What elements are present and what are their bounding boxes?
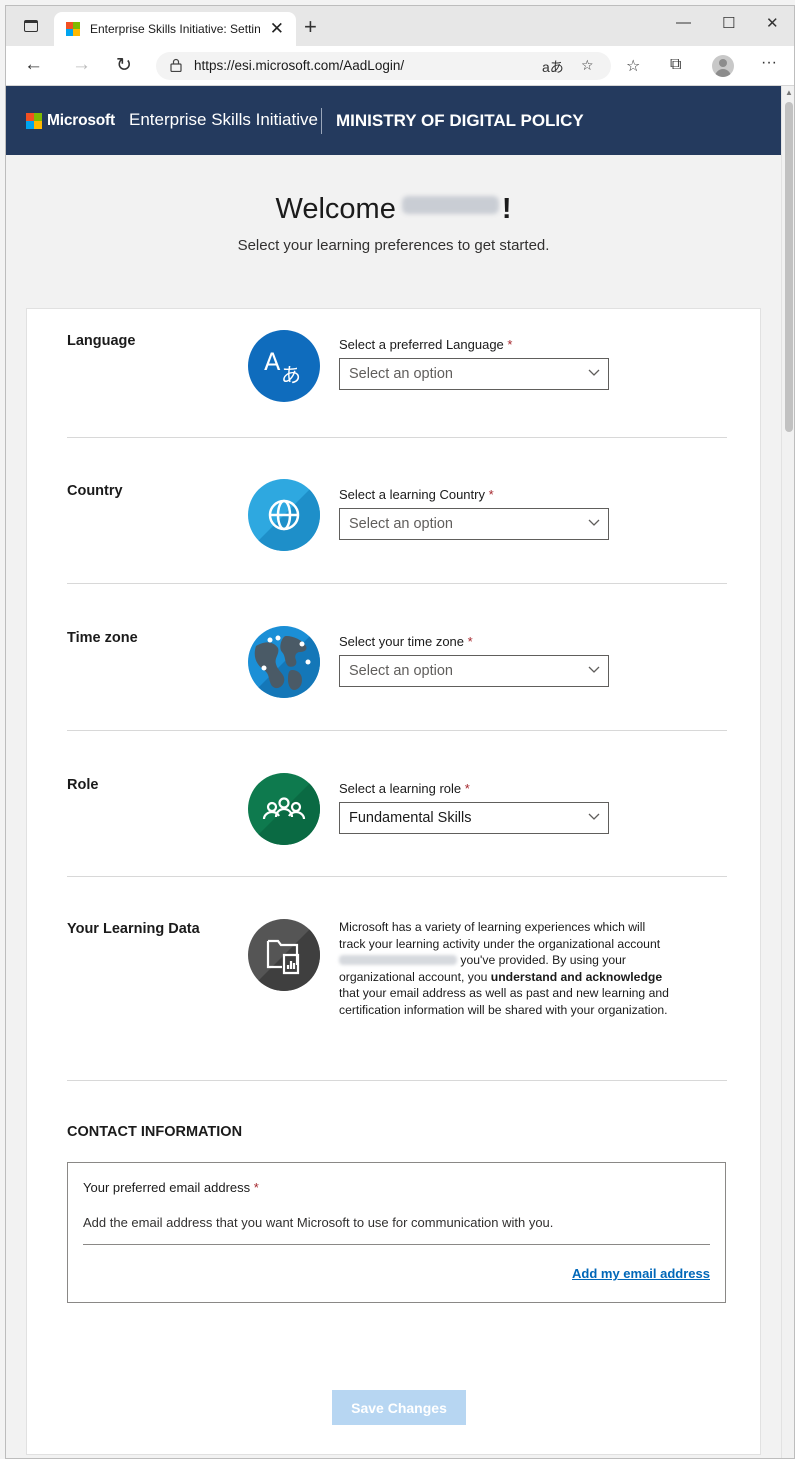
- svg-text:A: A: [264, 348, 281, 376]
- read-aloud-icon[interactable]: aあ: [542, 57, 564, 77]
- learning-data-section: Your Learning Data Microsoft has a varie…: [67, 919, 727, 1049]
- contact-heading: CONTACT INFORMATION: [67, 1124, 243, 1140]
- site-header: Microsoft Enterprise Skills Initiative M…: [6, 86, 781, 155]
- section-divider: [67, 876, 727, 877]
- address-bar[interactable]: https://esi.microsoft.com/AadLogin/ aあ ☆: [156, 52, 611, 80]
- microsoft-wordmark[interactable]: Microsoft: [47, 112, 115, 130]
- collections-icon[interactable]: ⧉: [670, 56, 681, 74]
- minimize-button[interactable]: —: [676, 14, 691, 31]
- welcome-exclaim: !: [501, 193, 512, 225]
- microsoft-logo-icon[interactable]: [26, 113, 42, 129]
- lock-icon[interactable]: [170, 58, 182, 72]
- back-button[interactable]: ←: [24, 54, 43, 76]
- profile-avatar[interactable]: [712, 55, 734, 77]
- add-favorite-icon[interactable]: ☆: [581, 57, 594, 74]
- document-report-icon: [248, 919, 320, 991]
- language-select[interactable]: Select an option: [339, 358, 609, 390]
- section-label: Country: [67, 483, 123, 499]
- browser-tab[interactable]: Enterprise Skills Initiative: Settings ✕: [54, 12, 296, 46]
- add-email-link[interactable]: Add my email address: [572, 1266, 710, 1281]
- tab-close-icon[interactable]: ✕: [270, 19, 284, 39]
- role-select[interactable]: Fundamental Skills: [339, 802, 609, 834]
- country-select[interactable]: Select an option: [339, 508, 609, 540]
- select-value: Select an option: [349, 366, 453, 382]
- section-divider: [67, 437, 727, 438]
- save-changes-button[interactable]: Save Changes: [332, 1390, 466, 1425]
- section-divider: [67, 730, 727, 731]
- timezone-field-label: Select your time zone *: [339, 634, 473, 649]
- more-menu-icon[interactable]: ···: [761, 54, 777, 72]
- timezone-section: Time zone Select your time zone * Select…: [67, 626, 727, 708]
- section-label: Time zone: [67, 630, 138, 646]
- role-field-label: Select a learning role *: [339, 781, 470, 796]
- chevron-down-icon: [588, 369, 600, 376]
- contact-email-box: Your preferred email address * Add the e…: [67, 1162, 726, 1303]
- header-divider: [321, 108, 322, 134]
- window-close-button[interactable]: ✕: [766, 14, 779, 32]
- title-bar: Enterprise Skills Initiative: Settings ✕…: [6, 6, 794, 46]
- section-divider: [67, 1080, 727, 1081]
- redacted-email: [339, 955, 457, 965]
- microsoft-favicon-icon: [66, 22, 80, 36]
- tab-actions-icon[interactable]: [24, 20, 38, 32]
- program-name[interactable]: Enterprise Skills Initiative: [129, 110, 318, 130]
- welcome-subtitle: Select your learning preferences to get …: [237, 237, 550, 254]
- email-description: Add the email address that you want Micr…: [83, 1215, 554, 1230]
- chevron-down-icon: [588, 813, 600, 820]
- welcome-heading: Welcome!: [6, 193, 781, 226]
- new-tab-button[interactable]: +: [304, 14, 317, 40]
- learning-data-disclosure: Microsoft has a variety of learning expe…: [339, 920, 669, 1017]
- redacted-username: [401, 196, 499, 214]
- country-field-label: Select a learning Country *: [339, 487, 494, 502]
- page-scrollbar[interactable]: ▲: [781, 86, 794, 1458]
- world-map-icon: [248, 626, 320, 698]
- email-divider: [83, 1244, 710, 1245]
- select-value: Select an option: [349, 663, 453, 679]
- chevron-down-icon: [588, 519, 600, 526]
- welcome-text: Welcome: [275, 193, 396, 225]
- select-value: Fundamental Skills: [349, 810, 472, 826]
- email-field-label: Your preferred email address *: [83, 1180, 259, 1195]
- browser-window: Enterprise Skills Initiative: Settings ✕…: [5, 5, 795, 1459]
- section-label: Role: [67, 777, 99, 793]
- url-text[interactable]: https://esi.microsoft.com/AadLogin/: [194, 58, 404, 73]
- section-label: Your Learning Data: [67, 921, 200, 937]
- timezone-select[interactable]: Select an option: [339, 655, 609, 687]
- scroll-up-icon[interactable]: ▲: [785, 88, 793, 97]
- section-divider: [67, 583, 727, 584]
- section-label: Language: [67, 333, 136, 349]
- favorites-icon[interactable]: ☆: [626, 56, 640, 76]
- language-translate-icon: Aあ: [248, 330, 320, 402]
- refresh-button[interactable]: ↻: [116, 54, 132, 77]
- chevron-down-icon: [588, 666, 600, 673]
- globe-icon: [248, 479, 320, 551]
- organization-name: MINISTRY OF DIGITAL POLICY: [336, 111, 584, 130]
- tab-title: Enterprise Skills Initiative: Settings: [90, 22, 260, 36]
- forward-button[interactable]: →: [72, 54, 91, 76]
- preferences-card: Language Aあ Select a preferred Language …: [26, 308, 761, 1455]
- select-value: Select an option: [349, 516, 453, 532]
- language-section: Language Aあ Select a preferred Language …: [67, 330, 727, 411]
- people-group-icon: [248, 773, 320, 845]
- address-toolbar: ← → ↻ https://esi.microsoft.com/AadLogin…: [6, 46, 794, 86]
- maximize-button[interactable]: ☐: [722, 14, 735, 32]
- scroll-thumb[interactable]: [785, 102, 793, 432]
- page-viewport: Microsoft Enterprise Skills Initiative M…: [6, 86, 781, 1458]
- svg-text:あ: あ: [281, 363, 301, 387]
- language-field-label: Select a preferred Language *: [339, 337, 513, 352]
- country-section: Country Select a learning Country * Sele…: [67, 479, 727, 561]
- role-section: Role Select a learning role * Fundamenta…: [67, 773, 727, 855]
